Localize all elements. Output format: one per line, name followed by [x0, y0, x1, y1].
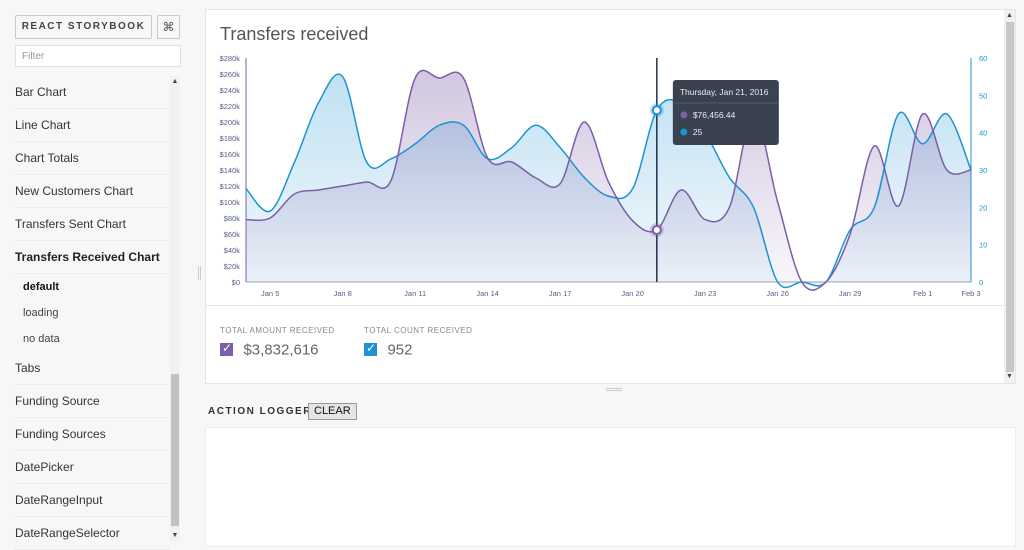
y-right-tick-label: 0 — [979, 278, 983, 287]
count-series-checkbox[interactable]: ✓ — [364, 341, 377, 357]
keyboard-shortcuts-icon[interactable]: ⌘ — [157, 15, 180, 39]
x-tick-label: Feb 3 — [961, 289, 980, 298]
amount-dot-icon — [680, 111, 688, 119]
transfers-chart: $0 $20k $40k $60k $80k $100k $120k $140k $160k $1… — [220, 54, 988, 298]
sidebar-item[interactable]: Transfers Sent Chart — [15, 208, 169, 241]
tooltip-date: Thursday, Jan 21, 2016 — [680, 87, 769, 97]
y-left-tick-label: $260k — [220, 70, 241, 79]
scroll-down-arrow-icon[interactable]: ▼ — [170, 530, 180, 542]
total-amount-value: $3,832,616 — [243, 341, 319, 359]
sidebar-item[interactable]: DateRangeSelector — [15, 517, 169, 550]
sidebar-item[interactable]: Bar Chart — [15, 76, 169, 109]
sidebar-item[interactable]: Line Chart — [15, 109, 169, 142]
sidebar-scrollbar[interactable]: ▲ ▼ — [170, 76, 180, 542]
x-tick-label: Jan 29 — [839, 289, 862, 298]
action-logger-title: ACTION LOGGER — [208, 406, 312, 417]
y-right-tick-label: 60 — [979, 54, 987, 63]
y-left-tick-label: $40k — [224, 246, 241, 255]
y-left-tick-label: $80k — [224, 214, 241, 223]
count-dot-icon — [680, 128, 688, 136]
panel-resize-handle[interactable] — [606, 388, 622, 391]
sidebar-scroll-thumb[interactable] — [171, 374, 179, 526]
sidebar: REACT STORYBOOK ⌘ Bar ChartLine ChartCha… — [0, 0, 196, 550]
amount-point-marker[interactable] — [651, 225, 662, 235]
total-count-label: TOTAL COUNT RECEIVED — [364, 326, 473, 335]
x-tick-label: Jan 23 — [694, 289, 717, 298]
y-right-tick-label: 50 — [979, 91, 987, 100]
total-amount-label: TOTAL AMOUNT RECEIVED — [220, 326, 335, 335]
storybook-brand-button[interactable]: REACT STORYBOOK — [15, 15, 152, 39]
check-icon: ✓ — [222, 341, 233, 356]
sidebar-item[interactable]: New Customers Chart — [15, 175, 169, 208]
scroll-up-arrow-icon[interactable]: ▲ — [1004, 10, 1015, 22]
y-left-tick-label: $280k — [220, 54, 241, 63]
x-tick-label: Jan 20 — [621, 289, 644, 298]
chart-divider — [206, 305, 1015, 306]
x-tick-label: Feb 1 — [913, 289, 932, 298]
y-right-tick-label: 40 — [979, 129, 987, 138]
sidebar-item[interactable]: Funding Source — [15, 385, 169, 418]
sidebar-item[interactable]: Tabs — [15, 352, 169, 385]
x-tick-label: Jan 11 — [404, 289, 426, 298]
count-point-marker[interactable] — [651, 105, 662, 116]
x-tick-label: Jan 8 — [333, 289, 351, 298]
tooltip-count: 25 — [693, 127, 703, 137]
total-count: TOTAL COUNT RECEIVED ✓ 952 — [364, 326, 472, 359]
sidebar-resize-handle[interactable] — [198, 266, 201, 280]
story-preview: Transfers received $0 $20k $40k $60k $80k $10… — [205, 9, 1016, 384]
y-right-tick-label: 30 — [979, 166, 987, 175]
y-left-tick-label: $220k — [220, 102, 241, 111]
story-item[interactable]: no data — [15, 326, 169, 352]
y-right-tick-label: 10 — [979, 241, 987, 250]
y-left-tick-label: $100k — [220, 198, 241, 207]
x-tick-label: Jan 14 — [476, 289, 499, 298]
sidebar-item[interactable]: DatePicker — [15, 451, 169, 484]
y-left-tick-label: $0 — [232, 278, 240, 287]
scroll-down-arrow-icon[interactable]: ▼ — [1004, 371, 1015, 383]
clear-button[interactable]: CLEAR — [308, 403, 357, 420]
x-tick-label: Jan 26 — [766, 289, 789, 298]
x-tick-label: Jan 17 — [549, 289, 572, 298]
y-left-tick-label: $60k — [224, 230, 241, 239]
y-left-tick-label: $20k — [224, 262, 241, 271]
story-item[interactable]: loading — [15, 300, 169, 326]
y-left-tick-label: $200k — [220, 118, 241, 127]
sidebar-item[interactable]: Chart Totals — [15, 142, 169, 175]
tooltip-amount: $76,456.44 — [693, 110, 736, 120]
action-logger-panel — [205, 427, 1016, 547]
y-right-tick-label: 20 — [979, 203, 987, 212]
preview-scroll-thumb[interactable] — [1006, 22, 1014, 372]
preview-scrollbar[interactable]: ▲ ▼ — [1004, 10, 1015, 383]
y-left-tick-label: $160k — [220, 150, 241, 159]
amount-series-checkbox[interactable]: ✓ — [220, 341, 233, 357]
story-item[interactable]: default — [15, 274, 169, 300]
scroll-up-arrow-icon[interactable]: ▲ — [170, 76, 180, 88]
story-list: Bar Chart Line Chart Chart Totals New Custo… — [15, 76, 169, 550]
y-left-tick-label: $120k — [220, 182, 241, 191]
sidebar-item[interactable]: DateRangeInput — [15, 484, 169, 517]
total-amount: TOTAL AMOUNT RECEIVED ✓ $3,832,616 — [220, 326, 335, 359]
x-tick-label: Jan 5 — [261, 289, 279, 298]
y-left-tick-label: $140k — [220, 166, 241, 175]
check-icon: ✓ — [366, 341, 377, 356]
total-count-value: 952 — [387, 341, 413, 359]
sidebar-item[interactable]: Transfers Received Chart — [15, 241, 169, 274]
y-left-tick-label: $240k — [220, 86, 241, 95]
filter-input[interactable] — [15, 45, 181, 67]
sidebar-item[interactable]: Funding Sources — [15, 418, 169, 451]
y-left-tick-label: $180k — [220, 134, 241, 143]
